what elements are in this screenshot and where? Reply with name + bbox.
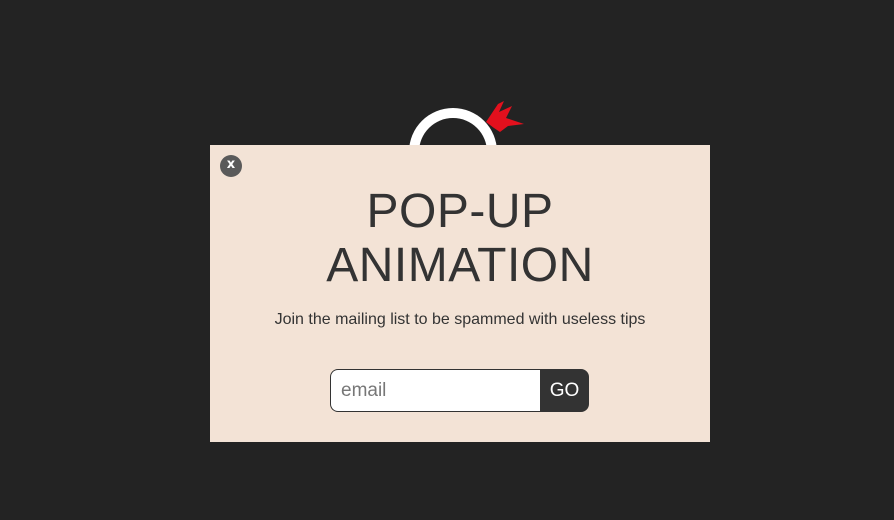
title-line-2: ANIMATION (326, 239, 594, 292)
popup-title: POP-UP ANIMATION (210, 185, 710, 293)
title-line-1: POP-UP (366, 185, 554, 238)
email-field[interactable] (330, 369, 540, 412)
popup-dialog: x POP-UP ANIMATION Join the mailing list… (210, 145, 710, 442)
close-button[interactable]: x (220, 155, 242, 177)
go-button[interactable]: GO (540, 369, 589, 412)
signup-form: GO (330, 369, 589, 412)
popup-subtitle: Join the mailing list to be spammed with… (274, 311, 646, 328)
page-stage: x POP-UP ANIMATION Join the mailing list… (0, 0, 894, 520)
